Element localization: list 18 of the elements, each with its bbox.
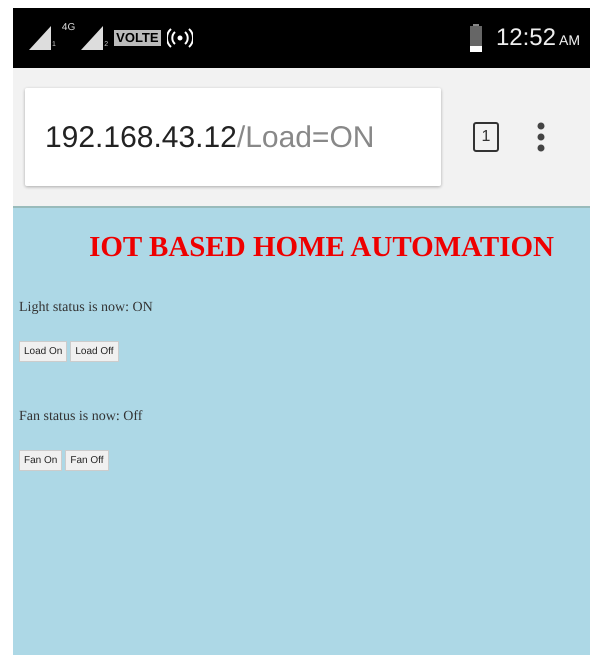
status-text: Fan status is now: Off: [19, 408, 144, 426]
network-type-label: 4G: [62, 21, 76, 35]
battery-icon: [470, 24, 482, 52]
hotspot-icon: [166, 27, 193, 49]
signal-icon: [81, 26, 104, 50]
status-text: Light status is now: ON: [19, 298, 154, 317]
signal-icon: [29, 26, 51, 50]
menu-icon[interactable]: [537, 122, 545, 152]
clock-time: 12:52: [496, 24, 556, 51]
page-heading: IOT BASED HOME AUTOMATION: [88, 230, 555, 265]
clock-meridiem: AM: [559, 32, 580, 48]
toggle-button[interactable]: Load On: [19, 340, 68, 362]
volte-badge: VOLTE: [114, 30, 161, 46]
toggle-button[interactable]: Fan On: [19, 450, 62, 471]
toggle-button[interactable]: Fan Off: [65, 450, 109, 471]
toggle-button[interactable]: Load Off: [70, 340, 119, 362]
address-field[interactable]: 192.168.43.12/Load=ON: [25, 88, 441, 186]
tab-count-button[interactable]: 1: [473, 122, 499, 152]
